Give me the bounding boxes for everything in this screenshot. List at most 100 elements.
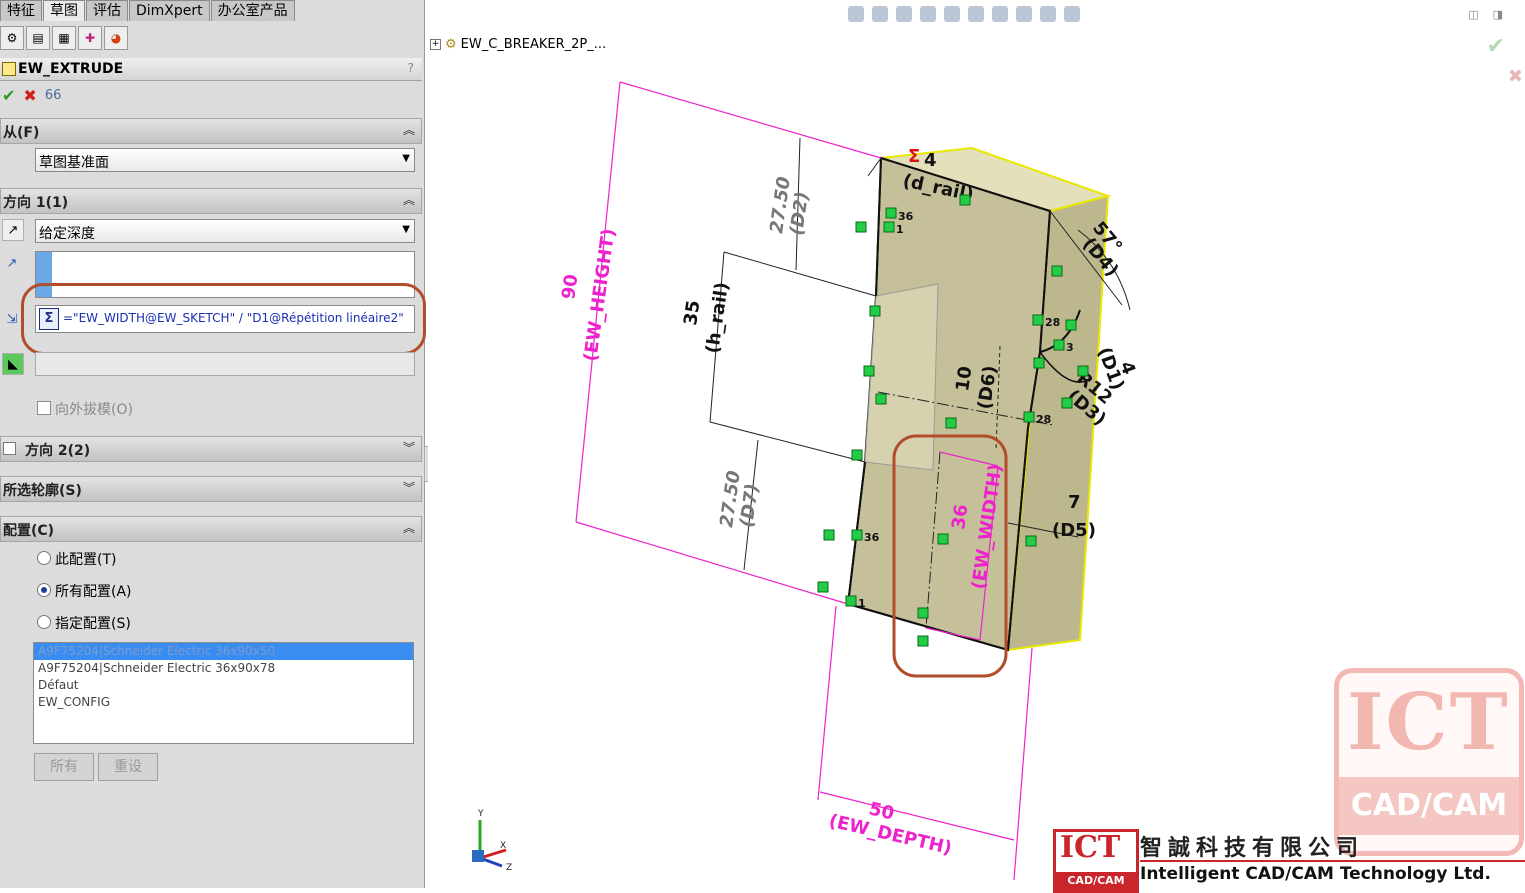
highlight-oval [21, 283, 426, 355]
horizontal-relation-icon [851, 449, 863, 461]
list-item[interactable]: A9F75204|Schneider Electric 36x90x50 [34, 643, 413, 660]
display-manager-icon[interactable]: ◕ [104, 26, 128, 50]
ok-check-icon[interactable]: ✔ [2, 86, 15, 105]
detailed-preview-icon[interactable]: 66 [45, 88, 62, 103]
dropdown-arrow-icon: ▼ [402, 224, 410, 235]
dim-ew-height-name[interactable]: (EW_HEIGHT) [580, 227, 619, 362]
manager-tabs: ⚙ ▤ ▦ ✚ ◕ [0, 26, 128, 52]
company-name-cn: 智誠科技有限公司 [1140, 836, 1365, 861]
draft-outward-label: 向外拔模(O) [55, 402, 133, 418]
property-manager-icon[interactable]: ▤ [26, 26, 50, 50]
tab-evaluate[interactable]: 评估 [86, 0, 128, 21]
vertical-relation-icon [823, 529, 835, 541]
vertical-relation-icon [1077, 365, 1089, 377]
horizontal-relation-icon [945, 417, 957, 429]
vertical-relation-icon [1051, 265, 1063, 277]
reset-button[interactable]: 重设 [98, 753, 158, 781]
relation-label: 1 [896, 223, 904, 236]
dim-d5-name[interactable]: (D5) [1052, 520, 1096, 541]
radio-all-configs[interactable] [37, 583, 51, 597]
coincident-relation-icon [883, 221, 895, 233]
command-tabs: 特征 草图 评估 DimXpert 办公室产品 [0, 0, 296, 22]
radio-this-config-label: 此配置(T) [55, 552, 117, 568]
watermark-subtitle: CAD/CAM [1339, 777, 1519, 835]
tab-features[interactable]: 特征 [0, 0, 42, 21]
horizontal-relation-icon [851, 529, 863, 541]
direction-vector-icon: ↗ [6, 255, 18, 271]
ok-cancel-row: ✔ ✖ 66 [0, 84, 61, 106]
draft-angle-field[interactable] [35, 352, 415, 376]
extrude-icon [2, 62, 16, 76]
triad-z-label: Z [506, 863, 512, 873]
horizontal-relation-icon [959, 194, 971, 206]
radio-specify-configs[interactable] [37, 615, 51, 629]
tab-sketch[interactable]: 草图 [43, 0, 85, 21]
triad-x-label: X [500, 841, 506, 851]
tab-dimxpert[interactable]: DimXpert [129, 0, 210, 21]
collapse-chevron-icon[interactable]: ︽ [403, 519, 415, 536]
list-item[interactable]: EW_CONFIG [34, 694, 413, 711]
horizontal-relation-icon [917, 607, 929, 619]
relation-label: 28 [1036, 413, 1051, 426]
ict-logo: ICT CAD/CAM [1053, 829, 1139, 893]
cancel-x-icon[interactable]: ✖ [23, 86, 36, 105]
dimxpert-manager-icon[interactable]: ✚ [78, 26, 102, 50]
tangent-relation-icon [1065, 319, 1077, 331]
end-condition-select[interactable]: 给定深度 ▼ [35, 219, 415, 243]
radio-specify-configs-label: 指定配置(S) [55, 616, 131, 632]
ict-watermark: ICT CAD/CAM [1334, 668, 1524, 856]
tab-office-products[interactable]: 办公室产品 [210, 0, 295, 21]
vertical-relation-icon [937, 533, 949, 545]
dim-h-rail-value[interactable]: 35 [680, 299, 704, 327]
expand-chevron-icon[interactable]: ︾ [403, 439, 415, 456]
radio-this-config[interactable] [37, 551, 51, 565]
from-select[interactable]: 草图基准面 ▼ [35, 148, 415, 172]
coincident-relation-icon [817, 581, 829, 593]
group-direction2-header[interactable]: 方向 2(2) ︾ [0, 436, 422, 462]
depth-icon: ⇲ [6, 311, 18, 327]
all-button[interactable]: 所有 [34, 753, 94, 781]
vertical-relation-icon [1025, 535, 1037, 547]
draft-outward-checkbox[interactable] [37, 401, 51, 415]
draft-icon[interactable]: ◣ [2, 353, 24, 375]
collapse-chevron-icon[interactable]: ︽ [403, 121, 415, 138]
group-from-header[interactable]: 从(F) ︽ [0, 118, 422, 144]
coincident-relation-icon [845, 595, 857, 607]
tangent-relation-icon [1033, 357, 1045, 369]
relation-label: 28 [1045, 316, 1060, 329]
feature-title: EW_EXTRUDE [18, 61, 124, 77]
relation-label: 1 [858, 597, 866, 610]
group-configurations-header[interactable]: 配置(C) ︽ [0, 516, 422, 542]
dim-h-rail-name[interactable]: (h_rail) [702, 281, 733, 355]
feature-title-bar: EW_EXTRUDE ? [0, 58, 422, 81]
list-item[interactable]: A9F75204|Schneider Electric 36x90x78 [34, 660, 413, 677]
from-select-value: 草图基准面 [39, 155, 109, 171]
dim-ew-height-value[interactable]: 90 [558, 273, 582, 301]
configuration-list[interactable]: A9F75204|Schneider Electric 36x90x50 A9F… [33, 642, 414, 744]
reference-triad: Y X Z [472, 809, 512, 873]
end-condition-value: 给定深度 [39, 226, 95, 242]
relation-label: 36 [864, 531, 880, 544]
group-from-title: 从(F) [3, 125, 40, 141]
coincident-relation-icon [1023, 411, 1035, 423]
coincident-relation-icon [1032, 314, 1044, 326]
reverse-direction-icon[interactable]: ↗ [2, 219, 24, 241]
help-icon[interactable]: ? [408, 61, 414, 75]
dim-ew-width-value[interactable]: 36 [948, 503, 972, 531]
expand-chevron-icon[interactable]: ︾ [403, 479, 415, 496]
direction2-checkbox[interactable] [3, 442, 16, 455]
company-divider [1140, 860, 1525, 862]
group-direction1-header[interactable]: 方向 1(1) ︽ [0, 188, 422, 214]
coincident-relation-icon [863, 365, 875, 377]
feature-manager-icon[interactable]: ⚙ [0, 26, 24, 50]
dim-sigma-value[interactable]: 4 [924, 150, 937, 171]
dim-d5-value[interactable]: 7 [1068, 492, 1081, 513]
graphics-area[interactable]: + ⚙ EW_C_BREAKER_2P_... ◫ ◨ ✔ ✖ 90 (EW_H… [428, 0, 1525, 893]
logo-subtitle: CAD/CAM [1056, 872, 1136, 890]
dim-d6-value[interactable]: 10 [952, 365, 976, 393]
group-contours-header[interactable]: 所选轮廓(S) ︾ [0, 476, 422, 502]
configuration-manager-icon[interactable]: ▦ [52, 26, 76, 50]
horizontal-relation-icon [885, 207, 897, 219]
list-item[interactable]: Défaut [34, 677, 413, 694]
collapse-chevron-icon[interactable]: ︽ [403, 191, 415, 208]
